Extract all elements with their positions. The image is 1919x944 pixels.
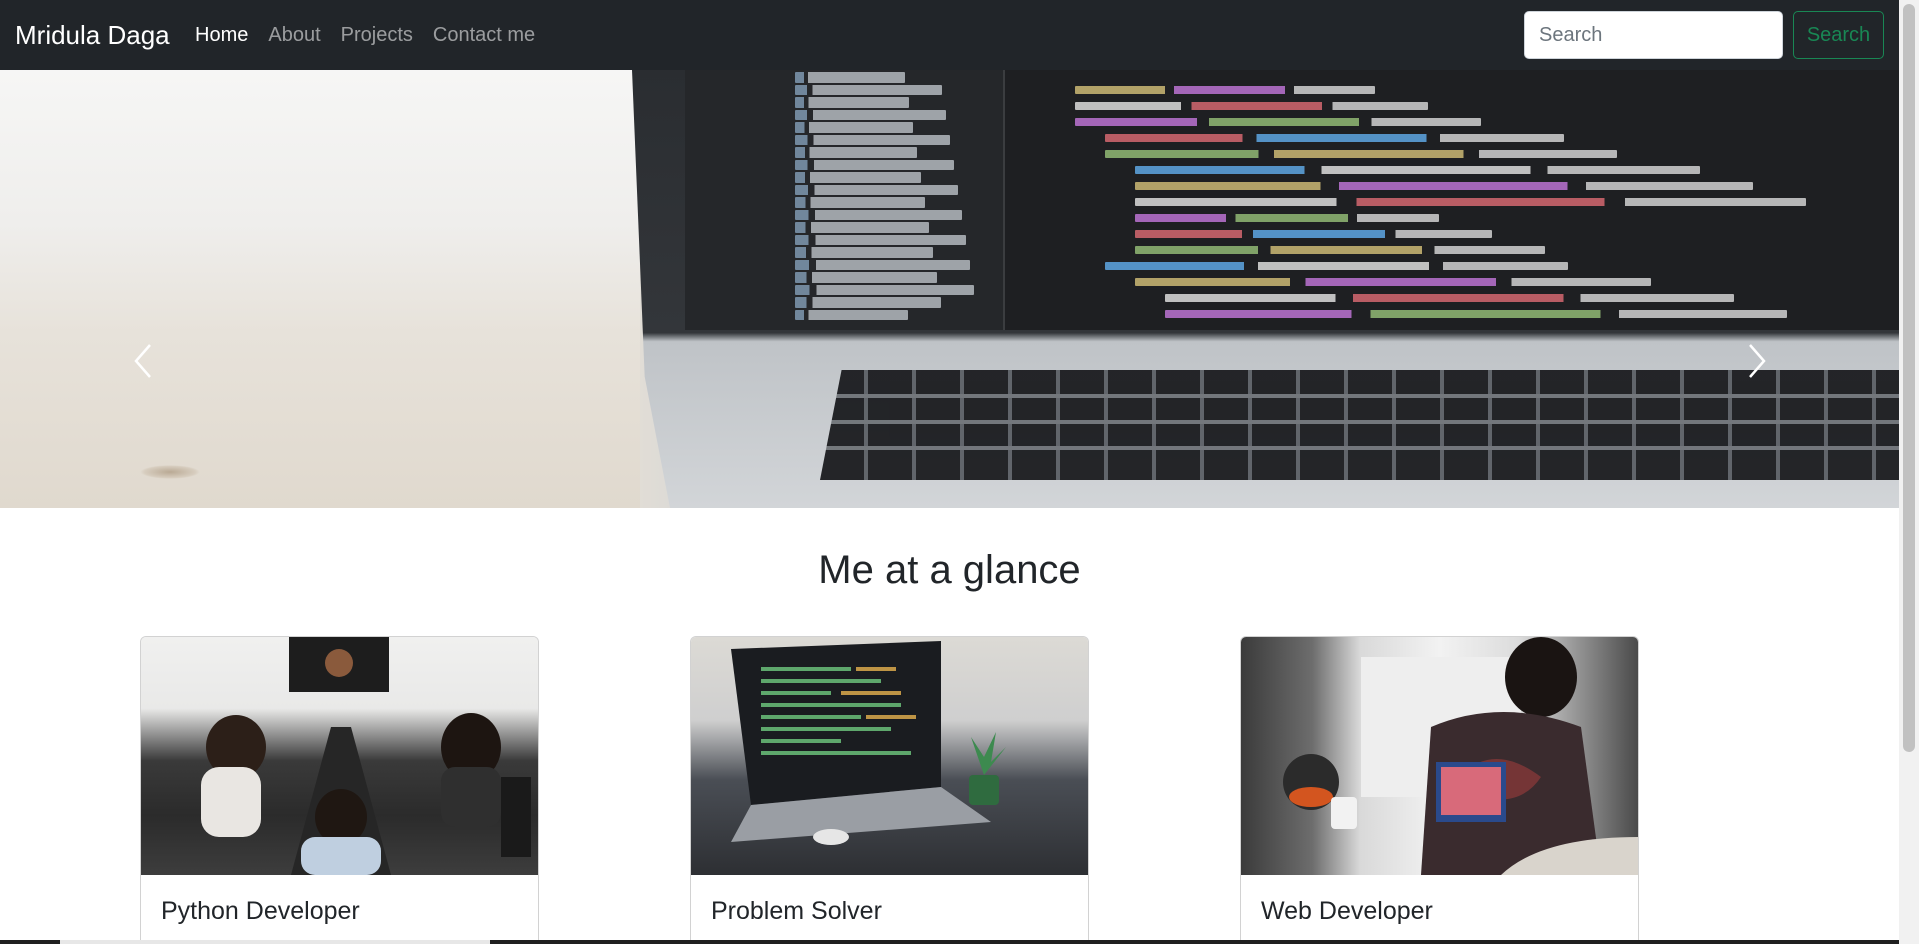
hero-file-tree-line: [795, 297, 941, 308]
card-problem-solver: Problem Solver: [690, 636, 1089, 944]
hero-code-line: [1135, 166, 1700, 174]
hero-code-line: [1075, 86, 1375, 94]
brand-name[interactable]: Mridula Daga: [15, 20, 170, 51]
hero-file-tree-line: [795, 209, 962, 220]
hero-file-tree-line: [795, 309, 908, 320]
hero-file-tree-line: [795, 284, 974, 295]
hero-code-line: [1135, 182, 1753, 190]
web-developer-illustration: [1283, 637, 1638, 875]
hero-file-tree-line: [795, 147, 917, 158]
card-title: Web Developer: [1261, 897, 1433, 925]
hero-wood-knot: [140, 465, 200, 479]
horizontal-scrollbar-thumb[interactable]: [60, 940, 490, 944]
card-image-laptop-code: [691, 637, 1088, 875]
laptop-code-illustration: [731, 641, 1006, 845]
hero-laptop-screen: [685, 70, 1899, 330]
meeting-illustration: [201, 637, 531, 875]
search-button[interactable]: Search: [1793, 11, 1884, 59]
hero-keyboard: [820, 370, 1899, 480]
nav-links: Home About Projects Contact me: [195, 24, 555, 47]
hero-file-tree-line: [795, 134, 950, 145]
hero-code-line: [1105, 134, 1564, 142]
hero-file-tree-line: [795, 122, 913, 133]
hero-code-line: [1135, 214, 1439, 222]
nav-link-projects[interactable]: Projects: [341, 24, 413, 47]
hero-file-tree-line: [795, 109, 946, 120]
carousel-next-button[interactable]: [1742, 336, 1772, 386]
top-navbar: Mridula Daga Home About Projects Contact…: [0, 0, 1899, 70]
hero-desk-background: [0, 70, 640, 508]
card-web-developer: Web Developer: [1240, 636, 1639, 944]
hero-code-editor: [1075, 78, 1875, 318]
hero-code-line: [1075, 102, 1428, 110]
search-input[interactable]: [1524, 11, 1783, 59]
hero-file-tree-line: [795, 259, 970, 270]
hero-code-line: [1165, 294, 1734, 302]
hero-file-tree-line: [795, 172, 921, 183]
hero-file-tree-line: [795, 222, 929, 233]
card-python-developer: Python Developer: [140, 636, 539, 944]
hero-file-tree-line: [795, 247, 933, 258]
chevron-right-icon: [1749, 344, 1766, 378]
hero-code-line: [1135, 230, 1492, 238]
section-title: Me at a glance: [818, 548, 1081, 592]
scrollbar-thumb[interactable]: [1903, 4, 1915, 752]
nav-link-contact[interactable]: Contact me: [433, 24, 535, 47]
card-title: Problem Solver: [711, 897, 882, 925]
card-image-meeting: [141, 637, 538, 875]
hero-file-tree: [685, 70, 1005, 330]
hero-code-line: [1105, 262, 1568, 270]
vertical-scrollbar[interactable]: [1899, 0, 1919, 944]
hero-file-tree-line: [795, 72, 905, 83]
hero-file-tree-line: [795, 97, 909, 108]
hero-code-line: [1135, 198, 1806, 206]
hero-file-tree-line: [795, 197, 925, 208]
card-image-web-developer: [1241, 637, 1638, 875]
hero-file-tree-line: [795, 159, 954, 170]
hero-file-tree-line: [795, 84, 942, 95]
hero-file-tree-line: [795, 234, 966, 245]
hero-code-line: [1165, 310, 1787, 318]
nav-link-home[interactable]: Home: [195, 24, 248, 47]
hero-file-tree-line: [795, 272, 937, 283]
hero-code-line: [1135, 246, 1545, 254]
hero-file-tree-line: [795, 184, 958, 195]
hero-code-line: [1075, 118, 1481, 126]
hero-code-line: [1135, 278, 1651, 286]
card-title: Python Developer: [161, 897, 360, 925]
nav-link-about[interactable]: About: [268, 24, 320, 47]
carousel-prev-button[interactable]: [128, 336, 158, 386]
hero-code-line: [1105, 150, 1617, 158]
hero-carousel: [0, 70, 1899, 508]
chevron-left-icon: [134, 344, 151, 378]
